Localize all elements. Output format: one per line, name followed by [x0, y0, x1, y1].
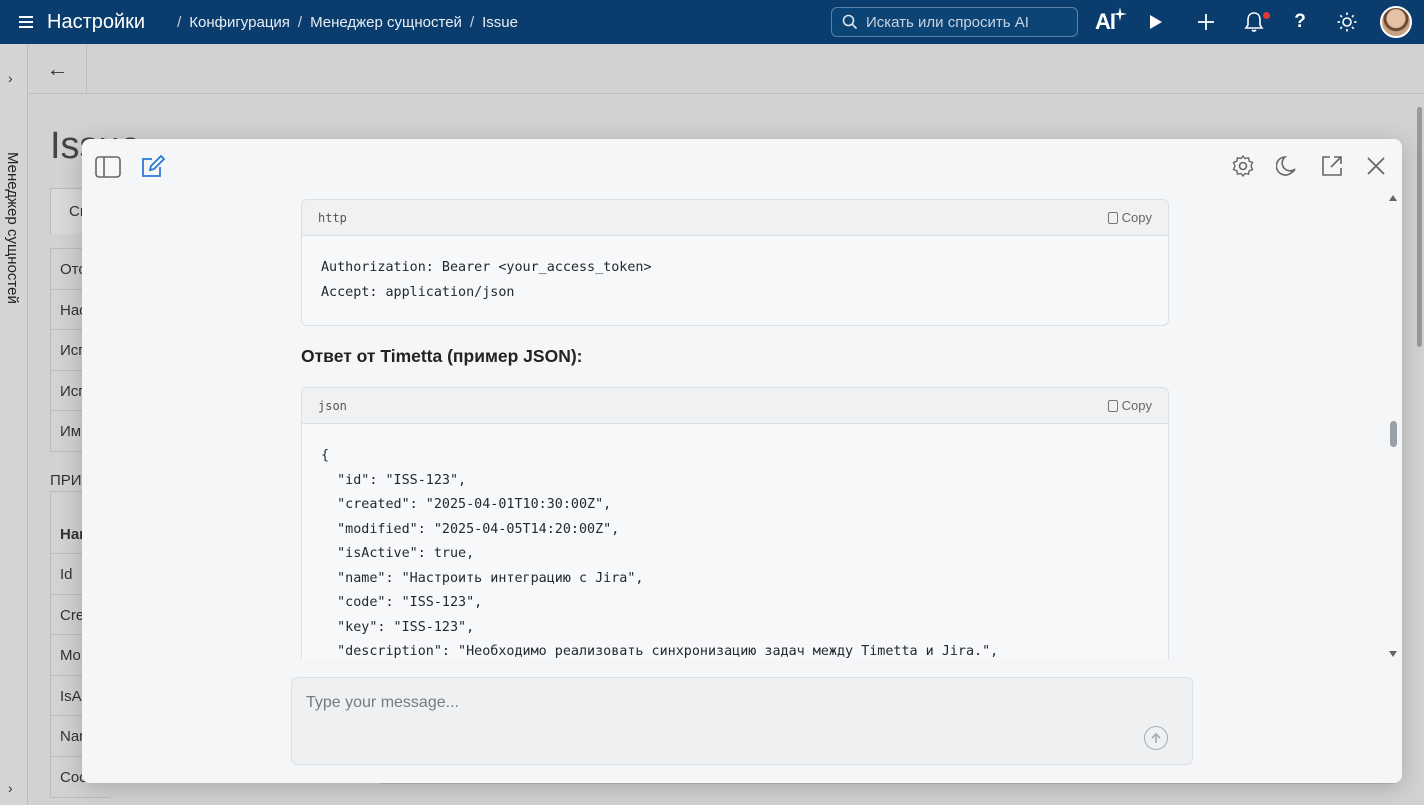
- close-icon: [1367, 157, 1385, 175]
- search-input[interactable]: [866, 13, 1066, 31]
- chat-messages: http Copy Authorization: Bearer <your_ac…: [301, 199, 1169, 659]
- collapse-chevron-icon[interactable]: ›: [8, 780, 18, 796]
- external-link-icon: [1322, 156, 1342, 176]
- breadcrumb-item-entity-manager[interactable]: Менеджер сущностей: [310, 14, 462, 31]
- global-search[interactable]: [831, 7, 1078, 37]
- close-button[interactable]: [1363, 153, 1389, 179]
- plus-icon: [1198, 14, 1214, 30]
- sun-icon: [1337, 12, 1357, 32]
- copy-button[interactable]: Copy: [1107, 398, 1152, 413]
- response-heading: Ответ от Timetta (пример JSON):: [301, 346, 583, 366]
- play-button[interactable]: [1144, 0, 1168, 44]
- bell-icon: [1244, 12, 1264, 32]
- breadcrumb-item-configuration[interactable]: Конфигурация: [189, 14, 290, 31]
- open-external-button[interactable]: [1319, 153, 1345, 179]
- scroll-down-arrow-icon[interactable]: [1389, 651, 1397, 657]
- chat-scrollbar[interactable]: [1389, 195, 1399, 657]
- code-content: Authorization: Bearer <your_access_token…: [321, 260, 652, 300]
- section-label: ПРИ: [50, 472, 82, 489]
- search-icon: [842, 14, 858, 30]
- ai-label: AI: [1095, 9, 1116, 34]
- user-avatar[interactable]: [1380, 6, 1412, 38]
- code-content: { "id": "ISS-123", "created": "2025-04-0…: [321, 448, 999, 659]
- code-language-label: http: [318, 210, 347, 225]
- arrow-left-icon: ←: [46, 55, 69, 81]
- settings-button[interactable]: [1230, 153, 1256, 179]
- add-button[interactable]: [1194, 0, 1218, 44]
- gear-icon: [1232, 154, 1254, 178]
- sidebar-toggle-button[interactable]: [94, 153, 122, 181]
- help-button[interactable]: ?: [1290, 0, 1310, 44]
- back-button[interactable]: ←: [29, 44, 87, 93]
- clipboard-icon: [1107, 211, 1118, 224]
- message-input[interactable]: [306, 694, 1126, 722]
- code-block-json: json Copy { "id": "ISS-123", "created": …: [301, 387, 1169, 659]
- dark-mode-button[interactable]: [1274, 153, 1300, 179]
- code-block-http: http Copy Authorization: Bearer <your_ac…: [301, 199, 1169, 326]
- copy-label: Copy: [1121, 398, 1152, 413]
- ai-chat-modal: http Copy Authorization: Bearer <your_ac…: [82, 139, 1402, 783]
- expand-chevron-icon[interactable]: ›: [8, 70, 18, 86]
- copy-button[interactable]: Copy: [1107, 210, 1152, 225]
- code-block-header: json Copy: [302, 388, 1168, 424]
- message-composer: [291, 677, 1193, 765]
- send-button[interactable]: [1144, 726, 1168, 750]
- copy-label: Copy: [1121, 210, 1152, 225]
- sparkle-icon: [1113, 7, 1127, 21]
- scroll-up-arrow-icon[interactable]: [1389, 195, 1397, 201]
- code-block-header: http Copy: [302, 200, 1168, 236]
- new-chat-button[interactable]: [139, 152, 167, 180]
- side-rail: › Менеджер сущностей ›: [0, 44, 28, 805]
- play-icon: [1150, 15, 1162, 29]
- breadcrumb: / Конфигурация / Менеджер сущностей / Is…: [177, 13, 518, 31]
- menu-icon[interactable]: [19, 16, 33, 28]
- page-header: ←: [29, 44, 1424, 94]
- breadcrumb-item-issue: Issue: [482, 13, 518, 31]
- theme-toggle-button[interactable]: [1336, 0, 1358, 44]
- page-scrollbar-thumb[interactable]: [1417, 107, 1422, 347]
- moon-icon: [1276, 156, 1296, 176]
- edit-icon: [142, 154, 166, 177]
- rail-label[interactable]: Менеджер сущностей: [4, 152, 21, 304]
- table-grid-edge: [380, 783, 1394, 805]
- arrow-up-icon: [1151, 732, 1161, 743]
- notification-badge: [1263, 12, 1270, 19]
- app-title[interactable]: Настройки: [47, 11, 145, 34]
- ai-assistant-button[interactable]: AI: [1094, 0, 1128, 44]
- clipboard-icon: [1107, 399, 1118, 412]
- chat-scrollbar-thumb[interactable]: [1390, 421, 1397, 447]
- code-language-label: json: [318, 398, 347, 413]
- page-scrollbar[interactable]: [1414, 95, 1424, 805]
- sidebar-icon: [95, 156, 121, 178]
- help-icon: ?: [1294, 11, 1306, 32]
- notifications-button[interactable]: [1242, 0, 1266, 44]
